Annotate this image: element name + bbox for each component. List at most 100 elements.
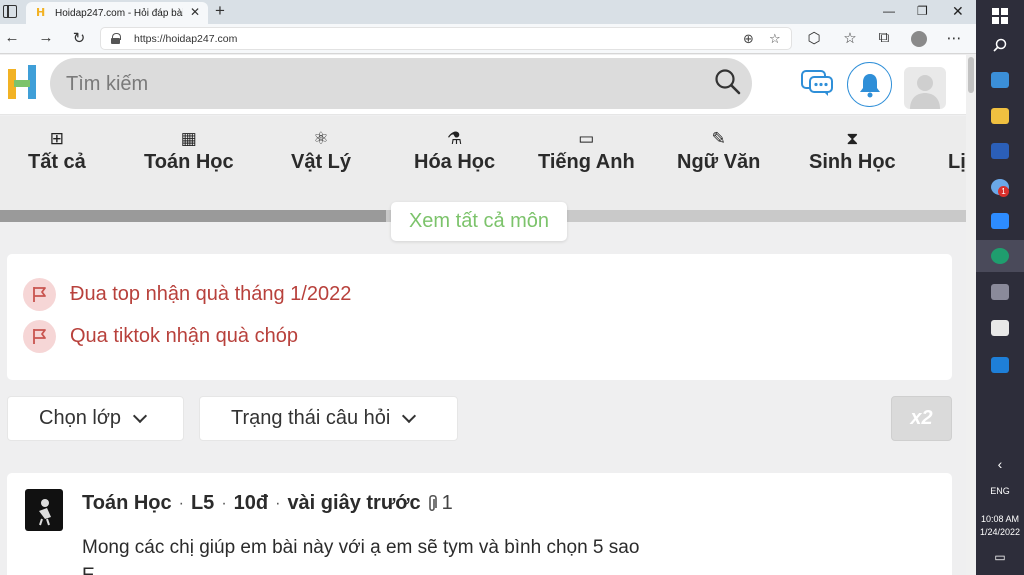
user-avatar[interactable] [904, 67, 946, 109]
history-icon [948, 128, 966, 150]
back-icon[interactable]: ← [2, 29, 22, 46]
flask-icon: ⚗ [446, 129, 463, 148]
mail-app-icon[interactable] [991, 357, 1009, 373]
see-all-subjects-button[interactable]: Xem tất cả môn [391, 202, 567, 241]
flag-icon [23, 319, 56, 353]
more-menu-icon[interactable]: ⋯ [944, 29, 964, 47]
tab-title: Hoidap247.com - Hỏi đáp bài tập [55, 7, 183, 19]
file-explorer-icon[interactable] [991, 108, 1009, 124]
app-icon[interactable] [991, 320, 1009, 336]
url-text[interactable]: https://hoidap247.com [134, 33, 237, 45]
page-content: ⊞ Tất cả ▦ Toán Học ⚛ Vật Lý ⚗ Hóa Học ▭… [0, 55, 966, 575]
pen-icon: ✎ [711, 129, 726, 148]
promo-link[interactable]: Đua top nhận quà tháng 1/2022 [70, 283, 351, 306]
collections-icon[interactable]: ⧉ [874, 29, 894, 46]
subject-tab-chemistry[interactable]: ⚗ Hóa Học [414, 128, 495, 174]
language-indicator[interactable]: ENG [976, 486, 1024, 496]
chat-icon[interactable] [800, 68, 834, 98]
x2-button[interactable]: x2 [891, 396, 952, 441]
address-bar[interactable]: https://hoidap247.com ⊕ ☆ [100, 27, 792, 50]
close-tab-icon[interactable]: ✕ [190, 5, 200, 19]
subject-tab-history[interactable]: Lị [948, 128, 966, 174]
search-input[interactable] [66, 72, 686, 96]
windows-start-icon[interactable] [992, 8, 1008, 24]
subject-label: Toán Học [144, 151, 234, 173]
restore-icon[interactable]: ❐ [917, 4, 928, 18]
browser-tab-bar: H Hoidap247.com - Hỏi đáp bài tập ✕ + — … [0, 0, 976, 24]
question-meta: Toán Học · L5 · 10đ · vài giây trước 1 [82, 492, 453, 515]
clock-date[interactable]: 1/24/2022 [976, 527, 1024, 537]
browser-toolbar: ← → ↻ https://hoidap247.com ⊕ ☆ ⬡ ☆ ⧉ ⋯ [0, 24, 976, 54]
subject-tab-english[interactable]: ▭ Tiếng Anh [538, 128, 635, 174]
action-center-icon[interactable]: ▭ [976, 550, 1024, 564]
search-icon[interactable] [993, 38, 1007, 52]
forward-icon[interactable]: → [36, 29, 56, 46]
grade-select-label: Chọn lớp [39, 407, 122, 429]
user-avatar-icon [910, 75, 940, 109]
favorite-add-icon[interactable]: ☆ [769, 31, 781, 47]
subject-tab-math[interactable]: ▦ Toán Học [144, 128, 234, 174]
asker-avatar-icon [39, 499, 51, 526]
search-icon[interactable] [714, 68, 742, 96]
language-icon: ▭ [578, 129, 595, 148]
atom-icon: ⚛ [313, 129, 329, 148]
question-text-line2[interactable]: E ... [82, 565, 116, 575]
status-select[interactable]: Trạng thái câu hỏi [199, 396, 458, 441]
site-logo-icon[interactable] [6, 65, 38, 101]
subject-label: Sinh Học [809, 151, 896, 173]
favorites-icon[interactable]: ☆ [840, 29, 860, 47]
subject-label: Hóa Học [414, 151, 496, 173]
browser-tab[interactable]: H Hoidap247.com - Hỏi đáp bài tập ✕ [26, 2, 208, 24]
subject-tab-all[interactable]: ⊞ Tất cả [28, 128, 86, 174]
grid-icon: ⊞ [49, 129, 65, 148]
word-app-icon[interactable] [991, 143, 1009, 159]
page-scrollbar[interactable] [966, 55, 976, 575]
minimize-icon[interactable]: — [883, 4, 895, 18]
clock-time[interactable]: 10:08 AM [976, 514, 1024, 524]
lock-icon[interactable] [111, 33, 121, 44]
extensions-icon[interactable]: ⬡ [804, 29, 824, 47]
subject-nav: ⊞ Tất cả ▦ Toán Học ⚛ Vật Lý ⚗ Hóa Học ▭… [0, 116, 966, 210]
grade-select[interactable]: Chọn lớp [7, 396, 184, 441]
notifications-button[interactable] [847, 62, 892, 107]
page-scroll-thumb[interactable] [968, 57, 974, 93]
chevron-down-icon [132, 408, 148, 424]
close-window-icon[interactable]: ✕ [952, 3, 964, 20]
question-card[interactable]: Toán Học · L5 · 10đ · vài giây trước 1 M… [7, 473, 952, 575]
subject-label: Tất cả [28, 151, 86, 173]
promo-item[interactable]: Đua top nhận quà tháng 1/2022 [23, 277, 351, 311]
new-tab-icon[interactable]: + [215, 1, 225, 21]
site-favicon-icon: H [36, 6, 46, 19]
question-grade: L5 [190, 492, 215, 514]
search-bar[interactable] [50, 58, 752, 109]
status-select-label: Trạng thái câu hỏi [231, 407, 391, 429]
windows-taskbar: 1 ‹ ENG 10:08 AM 1/24/2022 ▭ [976, 0, 1024, 575]
question-text[interactable]: Mong các chị giúp em bài này với ạ em sẽ… [82, 537, 639, 559]
asker-avatar[interactable] [25, 489, 63, 531]
subject-scroll-thumb[interactable] [0, 210, 387, 222]
app-icon[interactable] [991, 284, 1009, 300]
sidebar-toggle-icon[interactable] [3, 5, 17, 18]
edge-browser-icon[interactable] [991, 248, 1009, 264]
chevron-down-icon [402, 408, 417, 424]
site-header [0, 55, 966, 115]
subject-tab-physics[interactable]: ⚛ Vật Lý [291, 128, 351, 174]
subject-label: Tiếng Anh [538, 151, 635, 173]
profile-icon[interactable] [911, 31, 927, 47]
promo-item[interactable]: Qua tiktok nhận quà chóp [23, 319, 298, 353]
refresh-icon[interactable]: ↻ [69, 29, 89, 47]
photos-app-icon[interactable] [991, 72, 1009, 88]
paperclip-icon [428, 494, 437, 511]
subject-label: Ngữ Văn [677, 151, 761, 173]
subject-tab-literature[interactable]: ✎ Ngữ Văn [677, 128, 760, 174]
promo-link[interactable]: Qua tiktok nhận quà chóp [70, 325, 298, 348]
dna-icon: ⧗ [846, 129, 859, 148]
subject-tab-biology[interactable]: ⧗ Sinh Học [809, 128, 896, 174]
subject-label: Vật Lý [291, 151, 352, 173]
promo-panel: Đua top nhận quà tháng 1/2022 Qua tiktok… [7, 254, 952, 380]
chevron-left-icon[interactable]: ‹ [976, 456, 1024, 472]
question-subject[interactable]: Toán Học [82, 492, 172, 515]
zoom-icon[interactable]: ⊕ [743, 31, 754, 47]
zoom-app-icon[interactable] [991, 213, 1009, 229]
calculator-icon: ▦ [180, 129, 197, 148]
